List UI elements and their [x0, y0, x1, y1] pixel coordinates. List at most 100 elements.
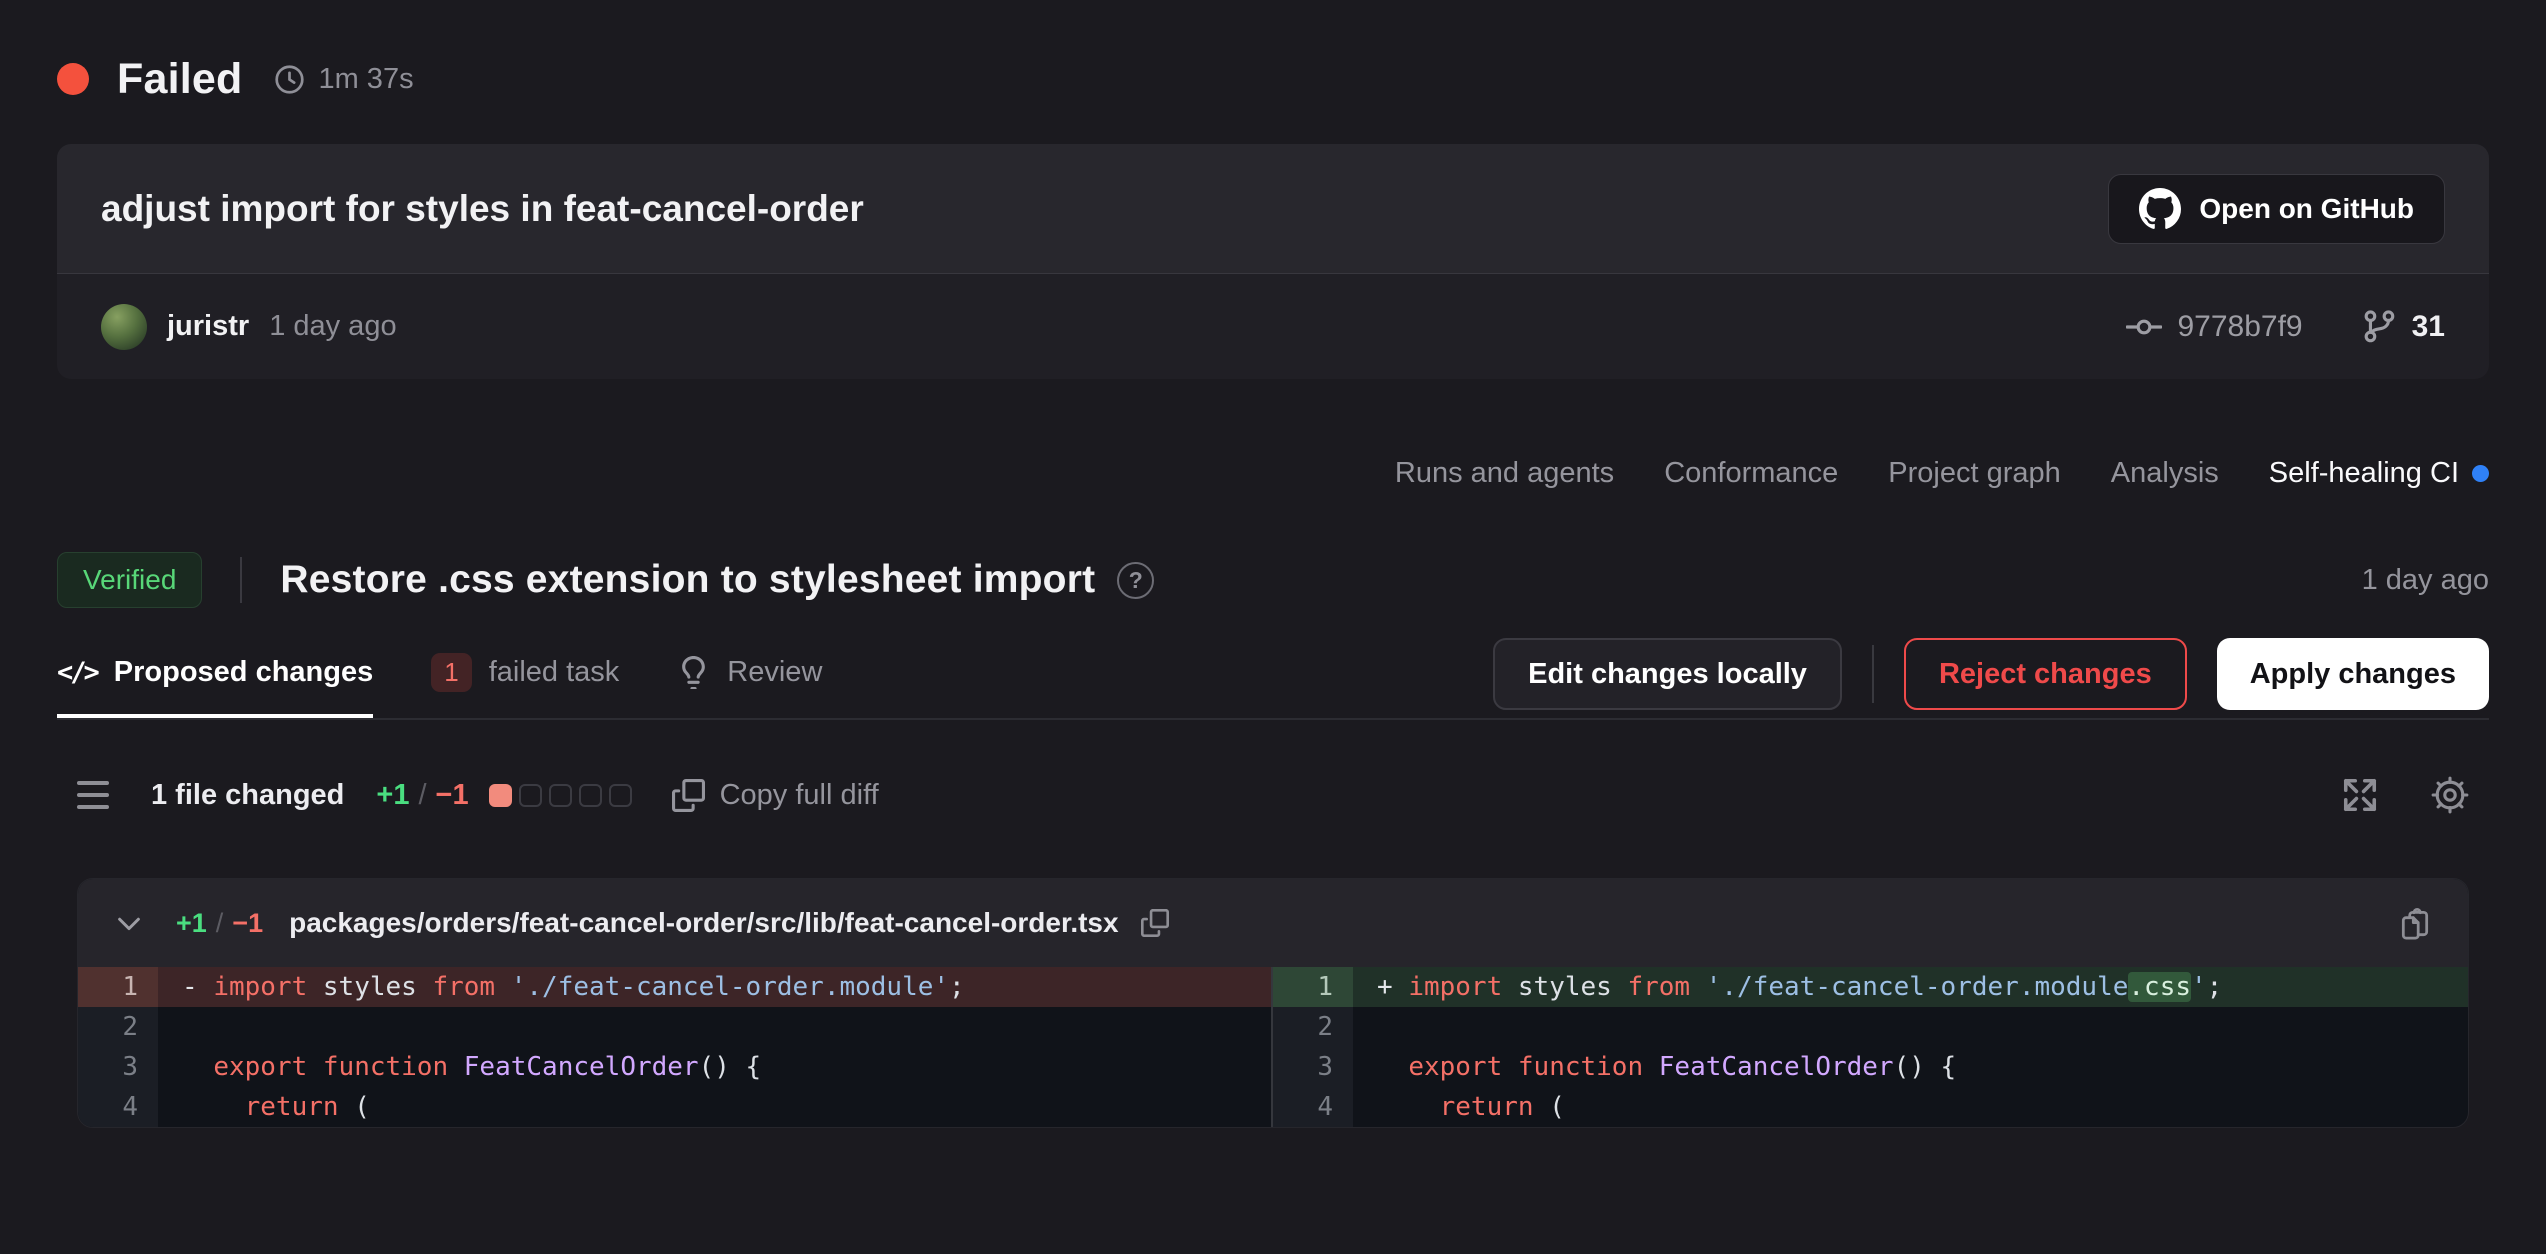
fix-time: 1 day ago [2362, 564, 2489, 597]
failed-count-badge: 1 [431, 653, 471, 692]
duration-text: 1m 37s [318, 63, 413, 96]
tab-bar: </> Proposed changes 1 failed task Revie… [57, 638, 2489, 720]
nav-item-self-healing-ci[interactable]: Self-healing CI [2269, 457, 2489, 490]
divider [1872, 645, 1874, 703]
status-dot-icon [57, 63, 89, 95]
code-text: export function FeatCancelOrder() { [158, 1047, 1271, 1087]
line-number: 3 [78, 1047, 158, 1087]
additions-count: +1 [376, 779, 409, 812]
fix-header: Verified Restore .css extension to style… [57, 552, 2489, 608]
file-path: packages/orders/feat-cancel-order/src/li… [289, 907, 1118, 939]
stat-separator: / [216, 908, 224, 939]
line-number: 2 [1273, 1007, 1353, 1047]
nav-item-project-graph[interactable]: Project graph [1888, 457, 2061, 490]
diff-line-removed: 1- import styles from './feat-cancel-ord… [78, 967, 1271, 1007]
line-number: 4 [1273, 1087, 1353, 1127]
github-button-label: Open on GitHub [2199, 193, 2414, 225]
diff-line-ctx: 4 return ( [78, 1087, 1271, 1127]
diff-square-empty [519, 784, 542, 807]
diff-line-ctx: 2 [1273, 1007, 2468, 1047]
copy-full-diff-button[interactable]: Copy full diff [672, 779, 879, 812]
tab-review[interactable]: Review [677, 653, 822, 718]
tab-label: failed task [489, 656, 620, 689]
diff-pane-after: 1+ import styles from './feat-cancel-ord… [1273, 967, 2468, 1127]
diff-square-empty [609, 784, 632, 807]
copy-file-contents-icon[interactable] [2398, 906, 2432, 940]
page-nav: Runs and agents Conformance Project grap… [57, 457, 2489, 490]
diff-line-added: 1+ import styles from './feat-cancel-ord… [1273, 967, 2468, 1007]
tab-failed-task[interactable]: 1 failed task [431, 653, 619, 718]
lightbulb-icon [677, 656, 710, 689]
status-row: Failed 1m 37s [57, 50, 2489, 108]
commit-icon [2126, 309, 2162, 345]
diff-line-ctx: 3 export function FeatCancelOrder() { [78, 1047, 1271, 1087]
commit-card: adjust import for styles in feat-cancel-… [57, 144, 2489, 379]
edit-changes-locally-button[interactable]: Edit changes locally [1493, 638, 1842, 710]
commit-hash: 9778b7f9 [2177, 310, 2302, 344]
action-buttons: Edit changes locally Reject changes Appl… [1493, 638, 2489, 710]
nav-label: Self-healing CI [2269, 457, 2459, 490]
reject-changes-button[interactable]: Reject changes [1904, 638, 2187, 710]
diff-file-card: +1 / −1 packages/orders/feat-cancel-orde… [77, 878, 2469, 1128]
help-icon[interactable]: ? [1117, 562, 1154, 599]
verified-badge: Verified [57, 552, 202, 608]
copy-icon [672, 779, 705, 812]
branch-count-link[interactable]: 31 [2361, 309, 2445, 345]
line-number: 4 [78, 1087, 158, 1127]
diff-square-empty [549, 784, 572, 807]
nav-item-runs-and-agents[interactable]: Runs and agents [1395, 457, 1614, 490]
code-text: return ( [158, 1087, 1271, 1127]
diff-line-ctx: 3 export function FeatCancelOrder() { [1273, 1047, 2468, 1087]
commit-time: 1 day ago [269, 310, 396, 343]
diff-square-deletion [489, 784, 512, 807]
code-icon: </> [57, 657, 97, 688]
commit-title: adjust import for styles in feat-cancel-… [101, 188, 864, 230]
notification-dot-icon [2472, 465, 2489, 482]
line-number: 2 [78, 1007, 158, 1047]
nav-item-analysis[interactable]: Analysis [2111, 457, 2219, 490]
tab-label: Review [727, 656, 822, 689]
diff-line-ctx: 2 [78, 1007, 1271, 1047]
git-branch-icon [2361, 309, 2397, 345]
commit-hash-link[interactable]: 9778b7f9 [2126, 309, 2302, 345]
diff-square-empty [579, 784, 602, 807]
chevron-down-icon[interactable] [114, 908, 144, 938]
copy-full-diff-label: Copy full diff [720, 779, 879, 812]
author-name: juristr [167, 310, 249, 343]
branch-count: 31 [2412, 310, 2445, 344]
avatar [101, 304, 147, 350]
open-on-github-button[interactable]: Open on GitHub [2108, 174, 2445, 244]
nav-item-conformance[interactable]: Conformance [1664, 457, 1838, 490]
code-text: return ( [1353, 1087, 2468, 1127]
diff-pane-before: 1- import styles from './feat-cancel-ord… [78, 967, 1273, 1127]
diff-section: 1 file changed +1 / −1 Copy full diff [57, 776, 2489, 1128]
status-label: Failed [117, 55, 242, 104]
file-additions: +1 [176, 908, 207, 939]
file-tree-toggle-icon[interactable] [77, 781, 109, 809]
commit-meta-row: juristr 1 day ago 9778b7f9 31 [57, 273, 2489, 379]
line-number: 3 [1273, 1047, 1353, 1087]
diff-file-header: +1 / −1 packages/orders/feat-cancel-orde… [78, 879, 2468, 967]
tab-label: Proposed changes [114, 656, 373, 689]
line-number: 1 [78, 967, 158, 1007]
code-text: export function FeatCancelOrder() { [1353, 1047, 2468, 1087]
diff-line-ctx: 4 return ( [1273, 1087, 2468, 1127]
nav-label: Project graph [1888, 457, 2061, 490]
code-text: - import styles from './feat-cancel-orde… [158, 967, 1271, 1007]
apply-changes-button[interactable]: Apply changes [2217, 638, 2489, 710]
code-text [158, 1007, 1271, 1047]
line-number: 1 [1273, 967, 1353, 1007]
copy-path-icon[interactable] [1141, 909, 1169, 937]
tab-proposed-changes[interactable]: </> Proposed changes [57, 653, 373, 718]
gear-icon[interactable] [2431, 776, 2469, 814]
diff-split-view: 1- import styles from './feat-cancel-ord… [78, 967, 2468, 1127]
expand-icon[interactable] [2341, 776, 2379, 814]
diff-stat-squares [489, 784, 632, 807]
fix-title: Restore .css extension to stylesheet imp… [280, 558, 1095, 602]
file-deletions: −1 [232, 908, 263, 939]
divider [240, 557, 242, 603]
nav-label: Conformance [1664, 457, 1838, 490]
nav-label: Runs and agents [1395, 457, 1614, 490]
duration: 1m 37s [274, 63, 413, 96]
code-text [1353, 1007, 2468, 1047]
